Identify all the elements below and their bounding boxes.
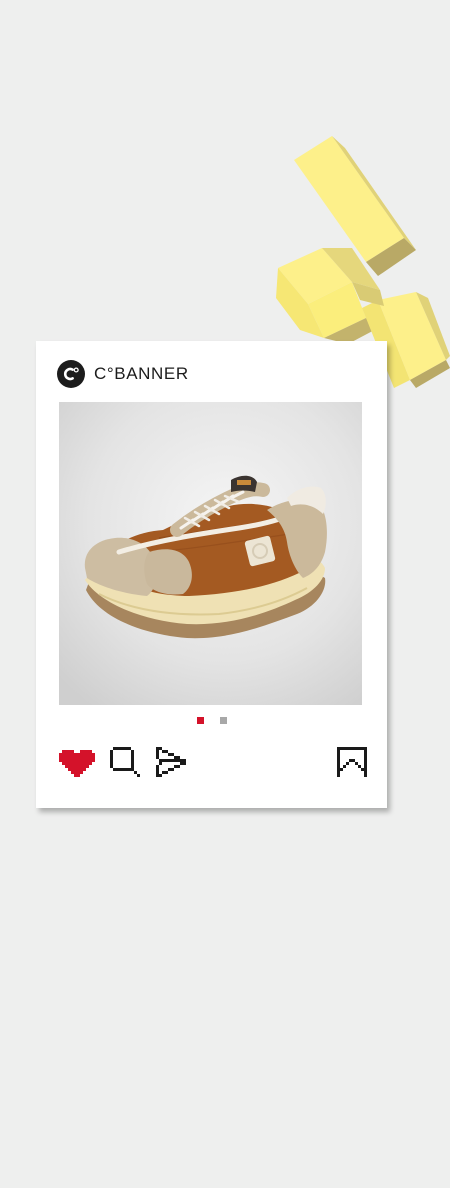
heart-icon [59, 750, 95, 777]
product-image[interactable] [59, 402, 362, 705]
bookmark-button[interactable] [334, 744, 370, 780]
brand-name: C°BANNER [94, 364, 189, 383]
sneaker-image [59, 402, 362, 705]
social-post-card: C°BANNER [36, 341, 387, 808]
pager-dot-1[interactable] [196, 717, 204, 724]
search-button[interactable] [107, 744, 143, 780]
search-icon [110, 747, 140, 777]
post-action-bar [59, 744, 367, 780]
share-arrow-icon [156, 747, 186, 777]
post-header: C°BANNER [57, 360, 189, 388]
pager-dot-2[interactable] [219, 717, 227, 724]
share-button[interactable] [153, 744, 189, 780]
bookmark-icon [337, 747, 367, 777]
image-pager [36, 717, 387, 724]
like-button[interactable] [59, 744, 95, 780]
c-degree-logo-icon [57, 360, 85, 388]
